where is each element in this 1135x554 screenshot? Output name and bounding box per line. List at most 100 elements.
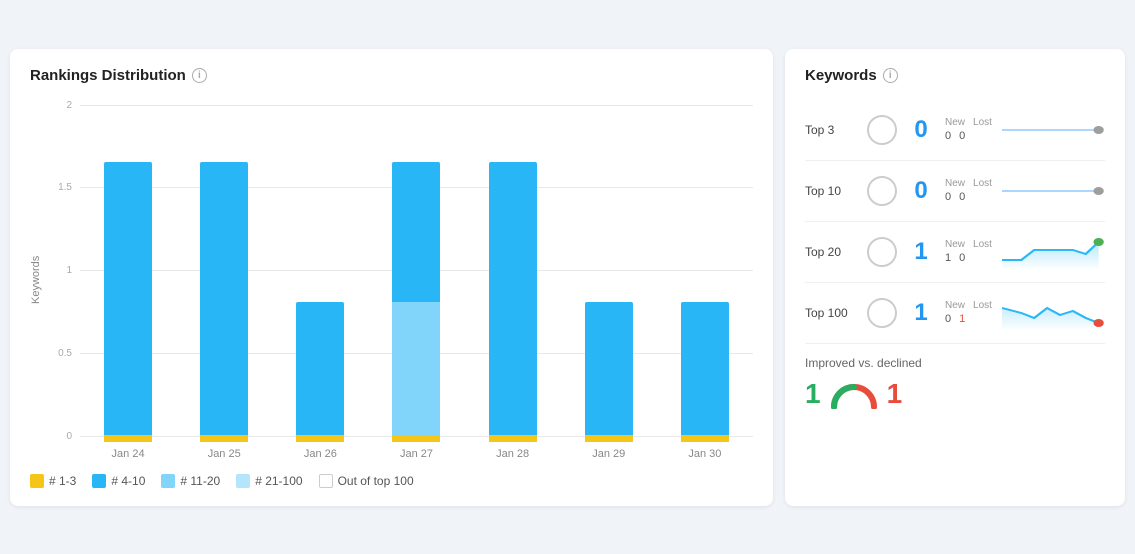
kw-top20-new-val: 1: [945, 252, 951, 264]
kw-top20-lost-val: 0: [959, 252, 965, 264]
kw-top100-section: Top 100 1 New Lost 0 1: [805, 283, 1105, 344]
kw-top100-lost-val: 1: [959, 313, 965, 325]
kw-top100-new-label: New: [945, 300, 965, 311]
kw-top20-nl-values: 1 0: [945, 252, 992, 264]
kw-top3-label: Top 3: [805, 123, 857, 137]
kw-top10-new-lost: New Lost 0 0: [945, 178, 992, 203]
bar-segment: [489, 435, 537, 442]
bar-segment: [489, 162, 537, 435]
improved-section: Improved vs. declined 1 1: [805, 344, 1105, 410]
kw-top3-circle: [867, 115, 897, 145]
kw-top10-nl-labels: New Lost: [945, 178, 992, 189]
bar-segment: [392, 435, 440, 442]
right-card-title: Keywords: [805, 67, 877, 84]
kw-top3-lost-val: 0: [959, 130, 965, 142]
kw-top3-count: 0: [907, 116, 935, 144]
kw-top3-new-label: New: [945, 117, 965, 128]
x-label-1: Jan 25: [194, 448, 254, 460]
legend-label-11-20: # 11-20: [180, 474, 220, 488]
bar-segment: [200, 162, 248, 435]
bar-group-5: [579, 302, 639, 442]
bar-segment: [104, 162, 152, 435]
legend-label-4-10: # 4-10: [111, 474, 145, 488]
rankings-distribution-card: Rankings Distribution i Keywords 2 1.5: [10, 49, 773, 506]
bar-segment: [200, 435, 248, 442]
kw-top10-nl-values: 0 0: [945, 191, 992, 203]
kw-top10-new-label: New: [945, 178, 965, 189]
keywords-card: Keywords i Top 3 0 New Lost 0 0: [785, 49, 1125, 506]
chart-area: Keywords 2 1.5 1: [30, 100, 753, 460]
kw-top3-nl-values: 0 0: [945, 130, 992, 142]
bar-group-6: [675, 302, 735, 442]
y-tick-1-5: 1.5: [50, 182, 72, 193]
kw-top10-lost-label: Lost: [973, 178, 992, 189]
x-label-3: Jan 27: [386, 448, 446, 460]
bar-segment: [585, 302, 633, 435]
kw-top20-label: Top 20: [805, 245, 857, 259]
kw-top100-nl-values: 0 1: [945, 313, 992, 325]
kw-top20-lost-label: Lost: [973, 239, 992, 250]
bar-segment: [585, 435, 633, 442]
rankings-info-icon[interactable]: i: [192, 68, 207, 83]
chart-inner: 2 1.5 1 0.5: [50, 100, 753, 460]
kw-top100-count: 1: [907, 299, 935, 327]
x-label-2: Jan 26: [290, 448, 350, 460]
kw-top20-count: 1: [907, 238, 935, 266]
bar-group-0: [98, 162, 158, 442]
y-axis-label: Keywords: [30, 100, 42, 460]
y-tick-1: 1: [50, 265, 72, 276]
kw-top20-new-label: New: [945, 239, 965, 250]
improved-row: 1 1: [805, 378, 1105, 410]
bar-segment: [392, 302, 440, 435]
legend-21-100: # 21-100: [236, 474, 302, 488]
declined-count: 1: [887, 378, 903, 410]
bar-group-4: [483, 162, 543, 442]
kw-top10-sparkline: [1002, 171, 1105, 211]
kw-top3-section: Top 3 0 New Lost 0 0: [805, 100, 1105, 161]
left-card-title: Rankings Distribution: [30, 67, 186, 84]
kw-top20-section: Top 20 1 New Lost 1 0: [805, 222, 1105, 283]
legend-box-1-3: [30, 474, 44, 488]
legend-box-out: [319, 474, 333, 488]
right-card-title-row: Keywords i: [805, 67, 1105, 84]
bar-segment: [392, 162, 440, 302]
kw-top10-count: 0: [907, 177, 935, 205]
legend-label-21-100: # 21-100: [255, 474, 302, 488]
kw-top20-nl-labels: New Lost: [945, 239, 992, 250]
legend-label-out: Out of top 100: [338, 474, 414, 488]
kw-top100-label: Top 100: [805, 306, 857, 320]
y-tick-0: 0: [50, 431, 72, 442]
x-label-6: Jan 30: [675, 448, 735, 460]
bar-segment: [104, 435, 152, 442]
kw-top100-lost-label: Lost: [973, 300, 992, 311]
kw-top100-sparkline: [1002, 293, 1105, 333]
y-tick-0-5: 0.5: [50, 348, 72, 359]
kw-top10-row: Top 10 0 New Lost 0 0: [805, 171, 1105, 211]
bar-group-2: [290, 302, 350, 442]
kw-top3-nl-labels: New Lost: [945, 117, 992, 128]
bar-segment: [681, 435, 729, 442]
chart-legend: # 1-3 # 4-10 # 11-20 # 21-100 Out of top…: [30, 474, 753, 488]
kw-top10-lost-val: 0: [959, 191, 965, 203]
bar-group-3: [386, 162, 446, 442]
kw-top10-section: Top 10 0 New Lost 0 0: [805, 161, 1105, 222]
bar-group-1: [194, 162, 254, 442]
bar-segment: [681, 302, 729, 435]
kw-top10-new-val: 0: [945, 191, 951, 203]
legend-1-3: # 1-3: [30, 474, 76, 488]
x-label-4: Jan 28: [483, 448, 543, 460]
kw-top10-label: Top 10: [805, 184, 857, 198]
bar-segment: [296, 302, 344, 435]
kw-top3-sparkline: [1002, 110, 1105, 150]
kw-top100-new-val: 0: [945, 313, 951, 325]
kw-top100-nl-labels: New Lost: [945, 300, 992, 311]
keywords-info-icon[interactable]: i: [883, 68, 898, 83]
kw-top100-new-lost: New Lost 0 1: [945, 300, 992, 325]
kw-top20-new-lost: New Lost 1 0: [945, 239, 992, 264]
kw-top10-circle: [867, 176, 897, 206]
bar-segment: [296, 435, 344, 442]
legend-box-11-20: [161, 474, 175, 488]
kw-top3-row: Top 3 0 New Lost 0 0: [805, 110, 1105, 150]
y-tick-2: 2: [50, 100, 72, 111]
x-axis: Jan 24Jan 25Jan 26Jan 27Jan 28Jan 29Jan …: [50, 448, 753, 460]
